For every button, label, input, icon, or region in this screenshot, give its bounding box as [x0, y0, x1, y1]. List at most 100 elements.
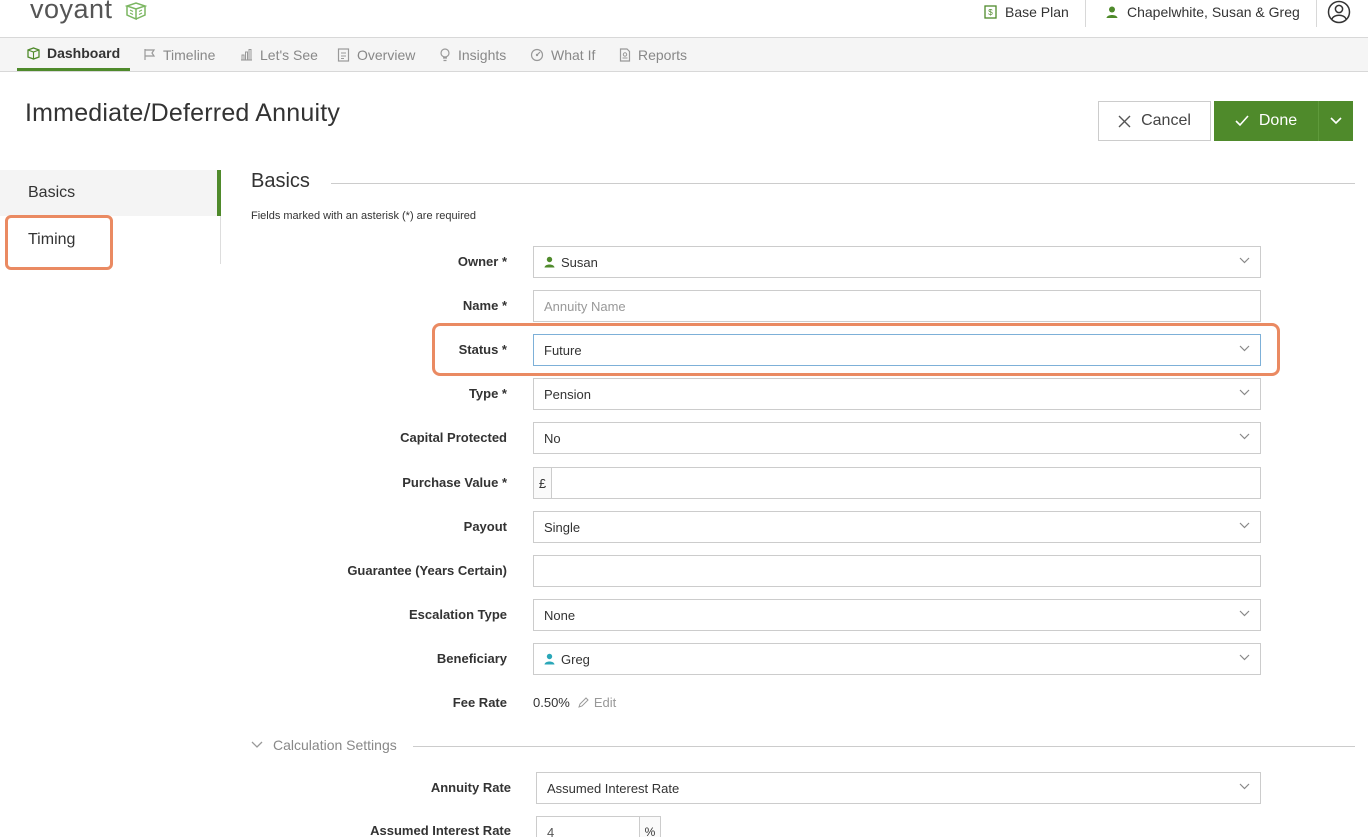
calculation-settings-title: Calculation Settings — [273, 737, 397, 753]
capital-protected-select[interactable]: No — [533, 422, 1261, 454]
tab-insights[interactable]: Insights — [439, 38, 506, 71]
tab-label: Overview — [357, 46, 416, 63]
tab-what-if[interactable]: What If — [530, 38, 595, 71]
svg-text:$: $ — [988, 8, 993, 17]
type-select[interactable]: Pension — [533, 378, 1261, 410]
tab-overview[interactable]: Overview — [337, 38, 415, 71]
type-label: Type * — [468, 386, 507, 401]
currency-prefix: £ — [533, 467, 552, 499]
highlight-box — [5, 215, 113, 270]
dashboard-icon — [27, 46, 40, 60]
bar-chart-icon — [241, 49, 252, 61]
chevron-down-icon — [1239, 522, 1250, 529]
purchase-value-label: Purchase Value * — [402, 475, 507, 490]
chevron-down-icon — [251, 741, 263, 748]
header-divider — [1085, 0, 1086, 27]
document-icon — [337, 47, 350, 62]
chevron-down-icon — [1239, 654, 1250, 661]
capital-protected-label: Capital Protected — [400, 430, 507, 445]
person-icon — [1106, 6, 1118, 18]
chevron-down-icon — [1239, 433, 1250, 440]
owner-label: Owner * — [457, 254, 507, 269]
pencil-icon — [578, 697, 589, 708]
annuity-rate-select[interactable]: Assumed Interest Rate — [536, 772, 1261, 804]
purchase-value-input[interactable] — [551, 467, 1261, 499]
beneficiary-label: Beneficiary — [436, 651, 507, 666]
assumed-interest-rate-value: 4 — [547, 824, 555, 837]
calculation-settings-toggle[interactable]: Calculation Settings — [251, 737, 397, 753]
done-label: Done — [1258, 112, 1298, 129]
tab-label: Timeline — [163, 46, 216, 63]
sidenav-label: Basics — [28, 184, 76, 201]
plan-icon: $ — [984, 5, 997, 19]
voyant-logo-icon — [125, 2, 147, 20]
section-divider — [413, 746, 1355, 747]
escalation-type-select[interactable]: None — [533, 599, 1261, 631]
annuity-name-input[interactable]: Annuity Name — [533, 290, 1261, 322]
fee-rate-value: 0.50% — [533, 695, 570, 710]
cancel-label: Cancel — [1141, 112, 1191, 129]
section-divider — [331, 183, 1355, 184]
account-icon[interactable] — [1327, 0, 1351, 24]
owner-select[interactable]: Susan — [533, 246, 1261, 278]
section-title: Basics — [251, 170, 310, 192]
fee-edit-link[interactable]: Edit — [578, 695, 616, 710]
name-label: Name * — [462, 298, 507, 313]
fee-rate: 0.50% Edit — [533, 695, 616, 710]
assumed-interest-rate-input[interactable]: 4 — [536, 816, 640, 837]
chevron-down-icon — [1239, 389, 1250, 396]
highlight-box — [432, 323, 1280, 376]
done-button[interactable]: Done — [1214, 101, 1318, 141]
header-divider — [1316, 0, 1317, 27]
payout-select[interactable]: Single — [533, 511, 1261, 543]
page-title: Immediate/Deferred Annuity — [25, 99, 341, 127]
assumed-interest-rate-label: Assumed Interest Rate — [370, 823, 511, 837]
plan-selector[interactable]: $ Base Plan — [984, 4, 1069, 20]
person-icon — [544, 653, 555, 665]
app-logo[interactable]: voyant — [30, 0, 113, 25]
payout-label: Payout — [463, 519, 507, 534]
lightbulb-icon — [440, 47, 450, 61]
done-options-button[interactable] — [1318, 101, 1353, 141]
what-if-icon — [530, 48, 544, 61]
beneficiary-value: Greg — [561, 651, 590, 667]
required-note: Fields marked with an asterisk (*) are r… — [251, 210, 476, 222]
person-icon — [544, 256, 555, 268]
guarantee-label: Guarantee (Years Certain) — [347, 563, 507, 578]
beneficiary-select[interactable]: Greg — [533, 643, 1261, 675]
escalation-type-label: Escalation Type — [408, 607, 507, 622]
chevron-down-icon — [1239, 783, 1250, 790]
client-label: Chapelwhite, Susan & Greg — [1127, 4, 1300, 20]
tab-reports[interactable]: Reports — [619, 38, 687, 71]
owner-value: Susan — [561, 254, 598, 270]
capital-protected-value: No — [544, 430, 561, 446]
tab-label: Let's See — [260, 46, 318, 63]
tab-label: Dashboard — [47, 45, 121, 61]
tab-timeline[interactable]: Timeline — [143, 38, 215, 71]
sidenav-item-basics[interactable]: Basics — [0, 170, 221, 216]
tab-lets-see[interactable]: Let's See — [240, 38, 318, 71]
cancel-button[interactable]: Cancel — [1098, 101, 1211, 141]
annuity-rate-label: Annuity Rate — [430, 780, 511, 795]
payout-value: Single — [544, 519, 581, 535]
escalation-type-value: None — [544, 607, 576, 623]
type-value: Pension — [544, 386, 591, 402]
fee-edit-label: Edit — [593, 695, 617, 710]
chevron-down-icon — [1239, 610, 1250, 617]
annuity-rate-value: Assumed Interest Rate — [547, 780, 680, 796]
close-icon — [1118, 115, 1131, 127]
check-icon — [1235, 115, 1249, 127]
name-placeholder: Annuity Name — [544, 298, 626, 314]
tab-label: What If — [551, 46, 596, 63]
fee-rate-label: Fee Rate — [452, 695, 507, 710]
main-nav: Dashboard Timeline Let's See Overview In… — [0, 38, 1368, 72]
tab-label: Insights — [458, 46, 507, 63]
tab-dashboard[interactable]: Dashboard — [17, 38, 131, 71]
tab-label: Reports — [638, 46, 688, 63]
guarantee-input[interactable] — [533, 555, 1261, 587]
chevron-down-icon — [1239, 257, 1250, 264]
plan-label: Base Plan — [1005, 4, 1069, 20]
report-icon — [619, 47, 631, 62]
client-selector[interactable]: Chapelwhite, Susan & Greg — [1105, 4, 1300, 20]
top-header: voyant $ Base Plan Chapelwhite, Susan & … — [0, 0, 1368, 38]
